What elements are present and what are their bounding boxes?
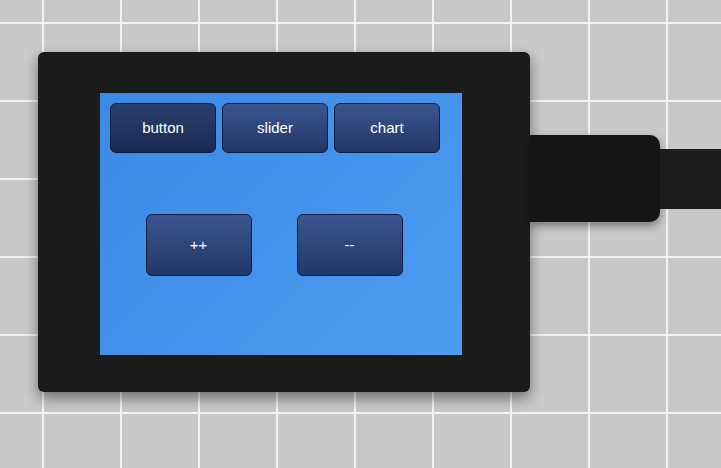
screen: buttonsliderchart ++ -- xyxy=(100,93,462,355)
tab-button[interactable]: button xyxy=(110,103,216,153)
action-button[interactable]: -- xyxy=(297,214,403,276)
tab-button[interactable]: chart xyxy=(334,103,440,153)
tab-button[interactable]: slider xyxy=(222,103,328,153)
button-row: ++ -- xyxy=(110,214,452,276)
device-case: buttonsliderchart ++ -- xyxy=(38,52,530,392)
photo-scene: buttonsliderchart ++ -- xyxy=(0,0,721,468)
action-button[interactable]: ++ xyxy=(146,214,252,276)
cable-connector xyxy=(530,135,660,222)
cable-wire xyxy=(660,149,721,209)
tab-bar: buttonsliderchart xyxy=(110,103,452,153)
usb-cable xyxy=(530,135,721,222)
